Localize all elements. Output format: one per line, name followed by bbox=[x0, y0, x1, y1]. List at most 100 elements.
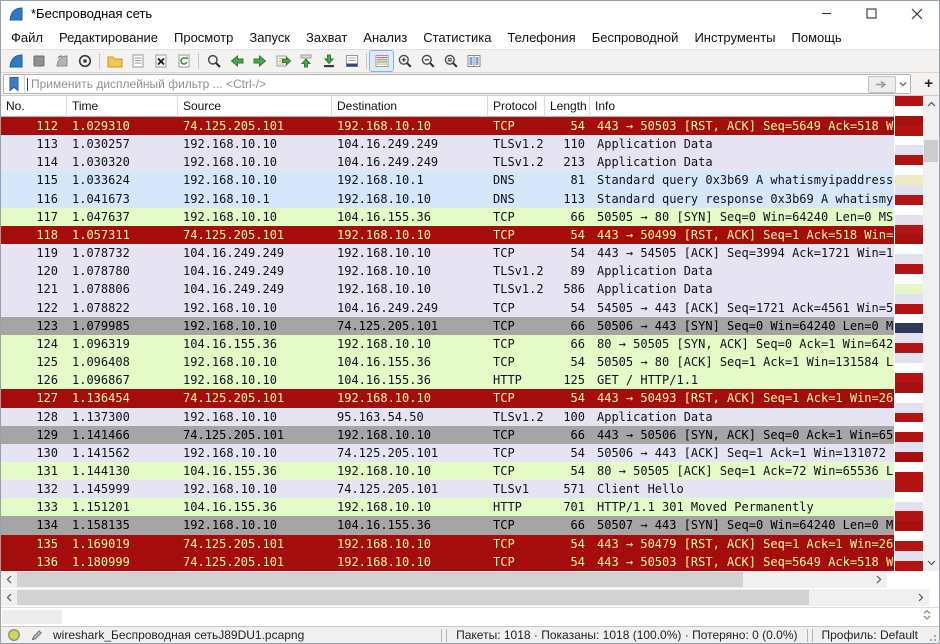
menu-item[interactable]: Запуск bbox=[241, 28, 298, 47]
packet-row[interactable]: 1221.078822192.168.10.10104.16.249.249TC… bbox=[1, 299, 894, 317]
cell-protocol: TLSv1.2 bbox=[488, 280, 545, 298]
minimize-button[interactable] bbox=[804, 1, 849, 26]
menu-item[interactable]: Файл bbox=[3, 28, 51, 47]
column-header[interactable]: Destination bbox=[332, 96, 488, 116]
capture-comment-icon[interactable] bbox=[30, 628, 44, 642]
cell-info: 443 → 50503 [RST, ACK] Seq=5649 Ack=518 … bbox=[590, 553, 894, 571]
hscroll-thumb[interactable] bbox=[17, 572, 743, 587]
hscroll-thumb[interactable] bbox=[17, 590, 809, 605]
go-first-icon[interactable] bbox=[294, 51, 317, 71]
restart-capture-icon[interactable] bbox=[50, 51, 73, 71]
zoom-in-icon[interactable] bbox=[393, 51, 416, 71]
packet-row[interactable]: 1271.13645474.125.205.101192.168.10.10TC… bbox=[1, 389, 894, 407]
packet-row[interactable]: 1301.141562192.168.10.1074.125.205.101TC… bbox=[1, 444, 894, 462]
column-header[interactable]: No. bbox=[1, 96, 67, 116]
spinner-arrows-icon[interactable] bbox=[923, 609, 931, 621]
menu-item[interactable]: Анализ bbox=[355, 28, 415, 47]
packet-row[interactable]: 1161.041673192.168.10.1192.168.10.10DNS1… bbox=[1, 190, 894, 208]
secondary-hscrollbar[interactable] bbox=[1, 589, 929, 606]
packet-row[interactable]: 1311.144130104.16.155.36192.168.10.10TCP… bbox=[1, 462, 894, 480]
menu-item[interactable]: Статистика bbox=[415, 28, 499, 47]
packet-row[interactable]: 1281.137300192.168.10.1095.163.54.50TLSv… bbox=[1, 408, 894, 426]
cell-info: Application Data bbox=[590, 408, 894, 426]
packet-row[interactable]: 1361.18099974.125.205.101192.168.10.10TC… bbox=[1, 553, 894, 571]
menu-item[interactable]: Захват bbox=[298, 28, 355, 47]
menu-item[interactable]: Телефония bbox=[499, 28, 583, 47]
packet-row[interactable]: 1181.05731174.125.205.101192.168.10.10TC… bbox=[1, 226, 894, 244]
menu-item[interactable]: Инструменты bbox=[686, 28, 783, 47]
capture-options-icon[interactable] bbox=[73, 51, 96, 71]
resize-columns-icon[interactable] bbox=[462, 51, 485, 71]
scroll-left-icon[interactable] bbox=[1, 589, 17, 606]
packet-row[interactable]: 1151.033624192.168.10.10192.168.10.1DNS8… bbox=[1, 171, 894, 189]
menu-item[interactable]: Редактирование bbox=[51, 28, 166, 47]
packet-row[interactable]: 1341.158135192.168.10.10104.16.155.36TCP… bbox=[1, 516, 894, 534]
cell-no: 130 bbox=[1, 444, 67, 462]
cell-no: 136 bbox=[1, 553, 67, 571]
column-header[interactable]: Length bbox=[545, 96, 590, 116]
close-file-icon[interactable] bbox=[149, 51, 172, 71]
zoom-reset-icon[interactable] bbox=[439, 51, 462, 71]
cell-no: 116 bbox=[1, 190, 67, 208]
packet-row[interactable]: 1141.030320192.168.10.10104.16.249.249TL… bbox=[1, 153, 894, 171]
cell-info: 443 → 50493 [RST, ACK] Seq=1 Ack=1 Win=2… bbox=[590, 389, 894, 407]
packet-row[interactable]: 1171.047637192.168.10.10104.16.155.36TCP… bbox=[1, 208, 894, 226]
cell-source: 192.168.10.10 bbox=[178, 516, 332, 534]
resize-grip[interactable] bbox=[927, 630, 937, 642]
packet-row[interactable]: 1291.14146674.125.205.101192.168.10.10TC… bbox=[1, 426, 894, 444]
open-file-icon[interactable] bbox=[103, 51, 126, 71]
scroll-left-icon[interactable] bbox=[1, 571, 17, 588]
colorize-packets-icon[interactable] bbox=[370, 51, 393, 71]
scroll-right-icon[interactable] bbox=[913, 589, 929, 606]
packet-row[interactable]: 1211.078806104.16.249.249192.168.10.10TL… bbox=[1, 280, 894, 298]
packet-row[interactable]: 1241.096319104.16.155.36192.168.10.10TCP… bbox=[1, 335, 894, 353]
maximize-button[interactable] bbox=[849, 1, 894, 26]
auto-scroll-icon[interactable] bbox=[340, 51, 363, 71]
column-header[interactable]: Source bbox=[178, 96, 332, 116]
start-capture-icon[interactable] bbox=[4, 51, 27, 71]
reload-file-icon[interactable] bbox=[172, 51, 195, 71]
packet-list-hscrollbar[interactable] bbox=[1, 571, 887, 588]
menu-item[interactable]: Беспроводной bbox=[584, 28, 687, 47]
packet-row[interactable]: 1201.078780104.16.249.249192.168.10.10TL… bbox=[1, 262, 894, 280]
menu-item[interactable]: Просмотр bbox=[166, 28, 241, 47]
go-to-packet-icon[interactable] bbox=[271, 51, 294, 71]
close-button[interactable] bbox=[894, 1, 939, 26]
profile-label[interactable]: Профиль: Default bbox=[815, 628, 926, 642]
add-filter-button[interactable]: + bbox=[924, 76, 933, 92]
expert-info-icon[interactable] bbox=[7, 628, 21, 642]
column-header[interactable]: Time bbox=[67, 96, 178, 116]
save-file-icon[interactable] bbox=[126, 51, 149, 71]
packet-row[interactable]: 1231.079985192.168.10.1074.125.205.101TC… bbox=[1, 317, 894, 335]
packet-row[interactable]: 1131.030257192.168.10.10104.16.249.249TL… bbox=[1, 135, 894, 153]
display-filter-input[interactable]: Применить дисплейный фильтр ... <Ctrl-/> bbox=[3, 74, 911, 94]
vertical-scroll-thumb[interactable] bbox=[924, 140, 938, 162]
packet-row[interactable]: 1351.16901974.125.205.101192.168.10.10TC… bbox=[1, 535, 894, 553]
stop-capture-icon[interactable] bbox=[27, 51, 50, 71]
filter-bookmark-icon[interactable] bbox=[4, 75, 25, 93]
zoom-out-icon[interactable] bbox=[416, 51, 439, 71]
apply-filter-button[interactable] bbox=[868, 76, 896, 93]
packet-row[interactable]: 1321.145999192.168.10.1074.125.205.101TL… bbox=[1, 480, 894, 498]
packet-minimap[interactable] bbox=[895, 96, 923, 571]
packet-row[interactable]: 1191.078732104.16.249.249192.168.10.10TC… bbox=[1, 244, 894, 262]
find-packet-icon[interactable] bbox=[202, 51, 225, 71]
scroll-up-icon[interactable] bbox=[923, 96, 939, 112]
go-forward-icon[interactable] bbox=[248, 51, 271, 71]
packet-row[interactable]: 1251.096408192.168.10.10104.16.155.36TCP… bbox=[1, 353, 894, 371]
column-header[interactable]: Info bbox=[590, 96, 894, 116]
packet-row[interactable]: 1121.02931074.125.205.101192.168.10.10TC… bbox=[1, 117, 894, 135]
scroll-right-icon[interactable] bbox=[871, 571, 887, 588]
scroll-down-icon[interactable] bbox=[923, 555, 939, 571]
go-back-icon[interactable] bbox=[225, 51, 248, 71]
column-header[interactable]: Protocol bbox=[488, 96, 545, 116]
menu-item[interactable]: Помощь bbox=[784, 28, 850, 47]
statusbar-divider bbox=[441, 629, 442, 642]
go-last-icon[interactable] bbox=[317, 51, 340, 71]
bottom-strip bbox=[1, 607, 939, 626]
packet-row[interactable]: 1331.151201104.16.155.36192.168.10.10HTT… bbox=[1, 498, 894, 516]
filter-dropdown-icon[interactable] bbox=[899, 81, 907, 87]
column-header-row: No.TimeSourceDestinationProtocolLengthIn… bbox=[1, 96, 894, 117]
vertical-scrollbar[interactable] bbox=[923, 96, 939, 571]
packet-row[interactable]: 1261.096867192.168.10.10104.16.155.36HTT… bbox=[1, 371, 894, 389]
